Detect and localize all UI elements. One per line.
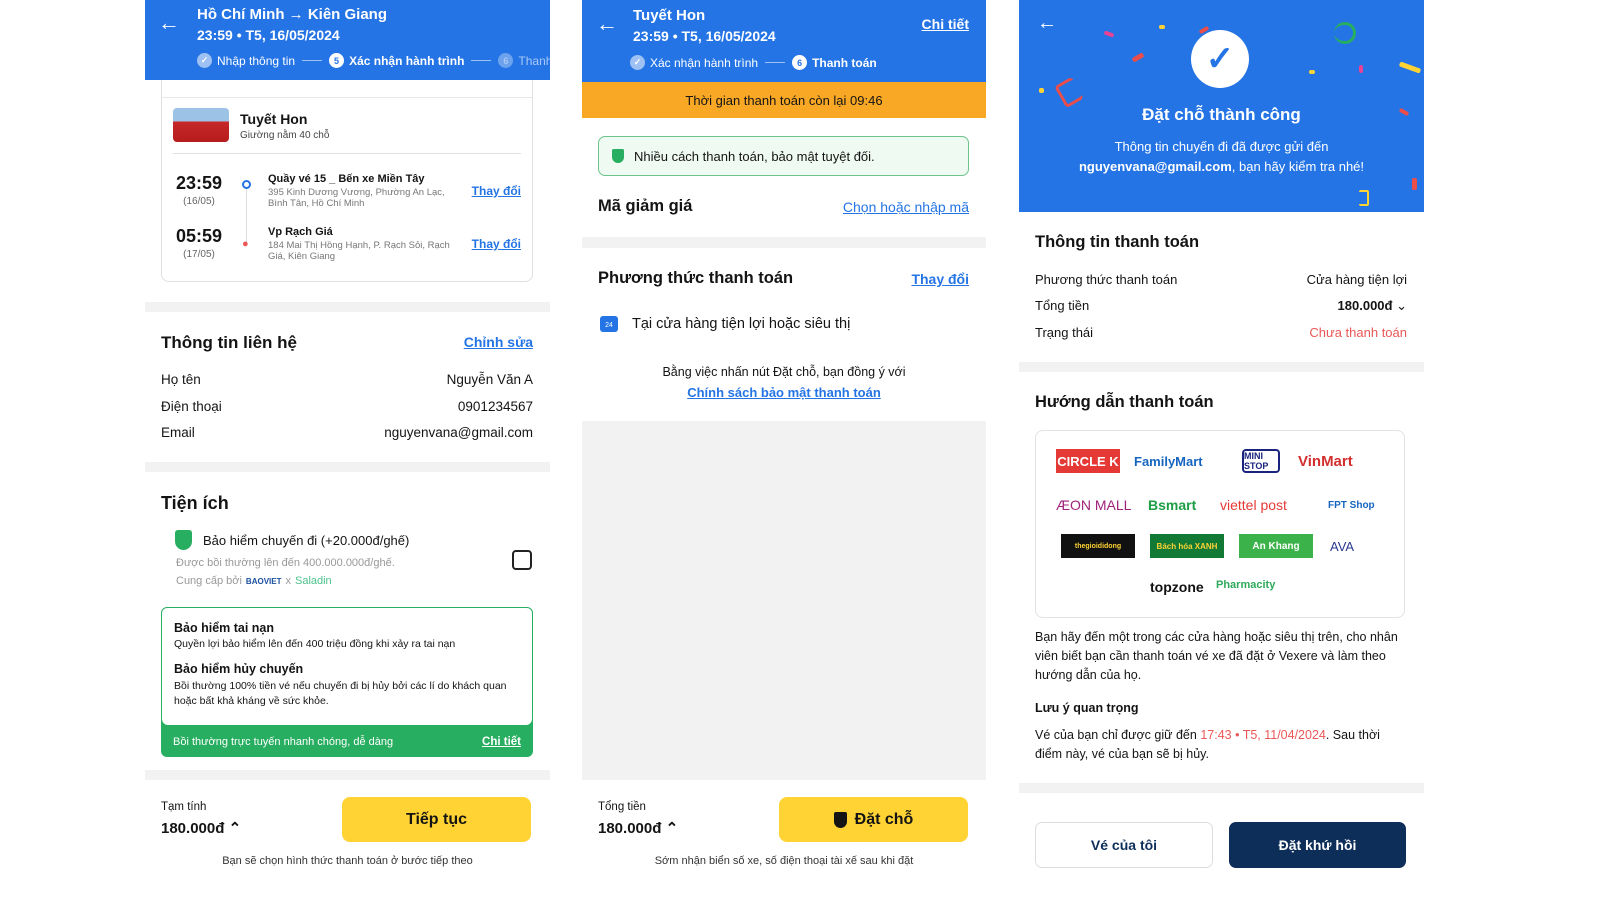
store-logos: CIRCLE K FamilyMart MINI STOP VinMart ÆO… xyxy=(1035,430,1405,618)
step-enter-info: ✓ Nhập thông tin xyxy=(197,53,295,68)
insurance-detail-link[interactable]: Chi tiết xyxy=(482,736,521,748)
success-banner: ✓ Đặt chỗ thành công Thông tin chuyến đi… xyxy=(1019,0,1424,212)
payment-guide-title: Hướng dẫn thanh toán xyxy=(1035,393,1214,411)
total-label: Tổng tiền xyxy=(598,801,646,813)
footer-note: Bạn sẽ chọn hình thức thanh toán ở bước … xyxy=(222,855,473,867)
ministop-logo: MINI STOP xyxy=(1242,449,1280,473)
pharmacity-logo: Pharmacity xyxy=(1216,579,1276,591)
back-arrow-icon[interactable]: ← xyxy=(1037,12,1057,35)
route-title: Hồ Chí Minh → Kiên Giang xyxy=(197,6,387,23)
payment-method[interactable]: Tại cửa hàng tiện lợi hoặc siêu thị xyxy=(632,316,850,332)
payment-method-title: Phương thức thanh toán xyxy=(598,269,794,287)
screen-booking-success: ✓ Đặt chỗ thành công Thông tin chuyến đi… xyxy=(1019,0,1424,900)
subtotal-price[interactable]: 180.000đ ⌃ xyxy=(161,819,241,837)
edit-contact-link[interactable]: Chỉnh sửa xyxy=(464,334,533,350)
pickup-dot-icon xyxy=(242,180,251,189)
discount-title: Mã giảm giá xyxy=(598,197,693,215)
vinmart-logo: VinMart xyxy=(1298,452,1353,470)
familymart-logo: FamilyMart xyxy=(1134,453,1203,469)
stepper: ✓ Nhập thông tin 5 Xác nhận hành trình 6 Th… xyxy=(197,53,550,68)
footer-note: Sớm nhận biển số xe, số điện thoại tài x… xyxy=(654,855,914,867)
secure-notice: Nhiều cách thanh toán, bảo mật tuyệt đối… xyxy=(598,136,969,176)
success-title: Đặt chỗ thành công xyxy=(1142,105,1301,124)
departure-datetime: 23:59 • T5, 16/05/2024 xyxy=(197,27,340,43)
payment-method-row: Phương thức thanh toán Cửa hàng tiện lợi xyxy=(1035,272,1407,287)
insurance-title: Bảo hiểm chuyến đi (+20.000đ/ghế) xyxy=(203,533,410,548)
change-pickup-link[interactable]: Thay đổi xyxy=(472,184,521,198)
bus-image xyxy=(173,108,229,142)
contact-row-phone: Điện thoại 0901234567 xyxy=(161,399,533,414)
vehicle-type: Giường nằm 40 chỗ xyxy=(240,130,330,141)
payment-timer: Thời gian thanh toán còn lại 09:46 xyxy=(582,82,986,118)
screen-payment: ← Tuyết Hon 23:59 • T5, 16/05/2024 Chi t… xyxy=(582,0,986,900)
thegioididong-logo: thegioididong xyxy=(1061,534,1135,558)
book-return-button[interactable]: Đặt khứ hồi xyxy=(1229,822,1406,868)
important-note-text: Vé của bạn chỉ được giữ đến 17:43 • T5, … xyxy=(1035,728,1380,761)
step-confirm-trip: 5 Xác nhận hành trình xyxy=(329,53,464,68)
guide-text: Bạn hãy đến một trong các cửa hàng hoặc … xyxy=(1035,630,1398,682)
header: ← Hồ Chí Minh → Kiên Giang 23:59 • T5, 1… xyxy=(145,0,550,80)
change-payment-link[interactable]: Thay đổi xyxy=(911,271,969,287)
change-dropoff-link[interactable]: Thay đổi xyxy=(472,237,521,251)
step-payment: 6Thanh toán xyxy=(792,55,877,70)
continue-button[interactable]: Tiếp tục xyxy=(342,797,531,842)
bsmart-logo: Bsmart xyxy=(1148,497,1197,513)
check-icon: ✓ xyxy=(630,55,645,70)
contact-row-name: Họ tên Nguyễn Văn A xyxy=(161,372,533,387)
detail-link[interactable]: Chi tiết xyxy=(922,16,969,32)
trip-card: Tuyết Hon Giường nằm 40 chỗ 23:59 (16/05… xyxy=(161,72,533,282)
ankhang-logo: An Khang xyxy=(1239,534,1313,558)
insurance-provider: Cung cấp bởi BAOVIET x Saladin xyxy=(176,575,332,587)
contact-row-email: Email nguyenvana@gmail.com xyxy=(161,425,533,440)
operator-title: Tuyết Hon xyxy=(633,7,706,24)
insurance-desc: Được bồi thường lên đến 400.000.000đ/ghế… xyxy=(176,557,395,569)
departure-datetime: 23:59 • T5, 16/05/2024 xyxy=(633,28,776,44)
insurance-checkbox[interactable] xyxy=(512,550,532,570)
store-24h-icon: 24 xyxy=(600,316,618,332)
screen-trip-confirm: Tuyết Hon Giường nằm 40 chỗ 23:59 (16/05… xyxy=(145,0,550,900)
bachhoaxanh-logo: Bách hóa XANH xyxy=(1150,534,1224,558)
shield-icon xyxy=(833,811,847,828)
baoviet-logo: BAOVIET xyxy=(245,576,282,586)
book-button[interactable]: Đặt chỗ xyxy=(779,797,968,842)
circlek-logo: CIRCLE K xyxy=(1056,449,1120,473)
back-arrow-icon[interactable]: ← xyxy=(158,10,180,36)
chevron-up-icon: ⌃ xyxy=(665,820,679,837)
chevron-up-icon: ⌃ xyxy=(228,820,242,837)
check-icon: ✓ xyxy=(197,53,212,68)
topzone-logo: topzone xyxy=(1150,579,1204,595)
insurance-benefits-box: Bảo hiểm tai nạn Quyền lợi bảo hiểm lên … xyxy=(161,607,533,757)
stepper: ✓ Xác nhận hành trình 6 Thanh toán xyxy=(630,55,877,70)
shield-icon xyxy=(175,530,192,550)
total-row: Tổng tiền 180.000đ ⌄ xyxy=(1035,298,1407,314)
back-arrow-icon[interactable]: ← xyxy=(596,11,618,37)
chevron-down-icon: ⌄ xyxy=(1396,298,1407,313)
shield-check-icon xyxy=(612,149,624,163)
check-circle-icon: ✓ xyxy=(1191,30,1249,88)
header: ← Tuyết Hon 23:59 • T5, 16/05/2024 Chi t… xyxy=(582,0,986,82)
discount-code-link[interactable]: Chọn hoặc nhập mã xyxy=(843,199,969,215)
payment-info-title: Thông tin thanh toán xyxy=(1035,233,1200,251)
my-tickets-button[interactable]: Vé của tôi xyxy=(1035,822,1213,868)
contact-title: Thông tin liên hệ xyxy=(161,333,297,352)
total-toggle[interactable]: 180.000đ ⌄ xyxy=(1338,298,1407,314)
aeonmall-logo: ÆON MALL xyxy=(1056,497,1132,513)
fptshop-logo: FPT Shop xyxy=(1328,499,1375,511)
status-badge: Chưa thanh toán xyxy=(1309,325,1407,340)
location-pin-icon: ● xyxy=(242,238,249,250)
status-row: Trạng thái Chưa thanh toán xyxy=(1035,325,1407,340)
step-confirm-trip: ✓ Xác nhận hành trình xyxy=(630,55,758,70)
step-payment: 6Thanh toán xyxy=(498,53,550,68)
payment-policy-link[interactable]: Chính sách bảo mật thanh toán xyxy=(687,385,881,400)
operator-name: Tuyết Hon xyxy=(240,111,308,127)
important-note-title: Lưu ý quan trọng xyxy=(1035,701,1139,715)
success-email-line: nguyenvana@gmail.com, bạn hãy kiểm tra n… xyxy=(1078,159,1365,174)
saladin-logo: Saladin xyxy=(294,575,332,587)
total-price[interactable]: 180.000đ ⌃ xyxy=(598,819,678,837)
amenities-title: Tiện ích xyxy=(161,493,229,513)
agree-text: Bằng việc nhấn nút Đặt chỗ, bạn đồng ý v… xyxy=(662,365,906,379)
viettelpost-logo: viettel post xyxy=(1220,497,1287,513)
ava-logo: AVA xyxy=(1330,538,1355,554)
subtotal-label: Tạm tính xyxy=(161,801,207,813)
